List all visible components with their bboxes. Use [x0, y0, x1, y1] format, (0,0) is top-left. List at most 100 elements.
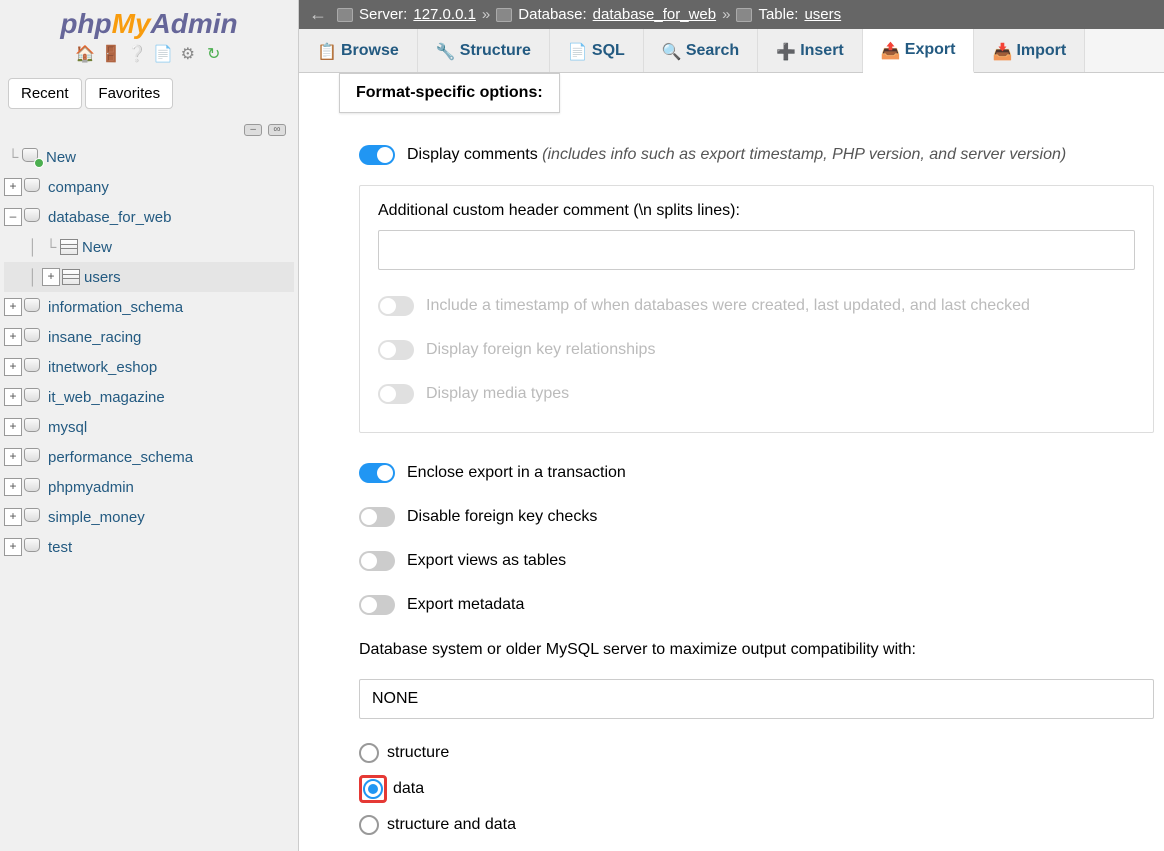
tree-db-phpmyadmin[interactable]: + phpmyadmin	[4, 472, 294, 502]
sidebar: phpMyAdmin 🏠 🚪 ❔ 📄 ⚙ ↻ Recent Favorites …	[0, 0, 299, 851]
database-icon	[496, 8, 512, 22]
link-icon[interactable]: ∞	[268, 124, 286, 136]
expand-icon[interactable]: +	[4, 508, 22, 526]
logout-icon[interactable]: 🚪	[101, 44, 119, 62]
expand-icon[interactable]: +	[4, 388, 22, 406]
db-label[interactable]: database_for_web	[48, 209, 171, 226]
tree-controls: – ∞	[0, 113, 298, 142]
display-comments-label: Display comments	[407, 146, 538, 163]
expand-icon[interactable]: +	[4, 418, 22, 436]
tree-db-company[interactable]: + company	[4, 172, 294, 202]
table-link[interactable]: users	[804, 6, 841, 23]
settings-icon[interactable]: ⚙	[179, 44, 197, 62]
tree-db-simple-money[interactable]: + simple_money	[4, 502, 294, 532]
docs-icon[interactable]: ❔	[127, 44, 145, 62]
tree-new-root[interactable]: └ New	[4, 142, 294, 172]
top-nav: 📋Browse 🔧Structure 📄SQL 🔍Search ➕Insert …	[299, 29, 1164, 73]
tab-export[interactable]: 📤Export	[863, 29, 975, 73]
tree-db-it-web-magazine[interactable]: + it_web_magazine	[4, 382, 294, 412]
favorites-button[interactable]: Favorites	[85, 78, 173, 109]
server-icon	[337, 8, 353, 22]
tree-db-information-schema[interactable]: + information_schema	[4, 292, 294, 322]
tree-db-performance-schema[interactable]: + performance_schema	[4, 442, 294, 472]
radio-structure-and-data[interactable]: structure and data	[359, 809, 1154, 841]
structure-icon: 🔧	[436, 42, 454, 60]
phpmyadmin-logo[interactable]: phpMyAdmin	[0, 8, 298, 40]
radio-icon[interactable]	[363, 779, 383, 799]
toggle-export-views[interactable]	[359, 551, 395, 571]
tree-child-users[interactable]: │ + users	[4, 262, 294, 292]
db-label[interactable]: information_schema	[48, 299, 183, 316]
radio-label: structure and data	[387, 816, 516, 834]
compat-select[interactable]	[359, 679, 1154, 719]
sql-tab-icon: 📄	[568, 42, 586, 60]
section-title: Format-specific options:	[339, 73, 560, 113]
server-link[interactable]: 127.0.0.1	[413, 6, 476, 23]
db-label[interactable]: insane_racing	[48, 329, 141, 346]
db-label[interactable]: test	[48, 539, 72, 556]
table-icon	[62, 269, 80, 285]
home-icon[interactable]: 🏠	[75, 44, 93, 62]
db-label[interactable]: itnetwork_eshop	[48, 359, 157, 376]
expand-icon[interactable]: +	[4, 448, 22, 466]
table-label[interactable]: users	[84, 269, 121, 286]
expand-icon[interactable]: +	[42, 268, 60, 286]
new-table-link[interactable]: New	[82, 239, 112, 256]
server-label: Server:	[359, 6, 407, 23]
db-label[interactable]: performance_schema	[48, 449, 193, 466]
tree-child-new[interactable]: │└ New	[4, 232, 294, 262]
back-arrow-icon[interactable]: ←	[309, 4, 327, 25]
export-metadata-label: Export metadata	[407, 596, 524, 614]
sql-icon[interactable]: 📄	[153, 44, 171, 62]
radio-structure[interactable]: structure	[359, 737, 1154, 769]
tree-db-mysql[interactable]: + mysql	[4, 412, 294, 442]
expand-icon[interactable]: +	[4, 178, 22, 196]
toggle-enclose-transaction[interactable]	[359, 463, 395, 483]
tab-sql[interactable]: 📄SQL	[550, 29, 644, 72]
db-label[interactable]: company	[48, 179, 109, 196]
expand-icon[interactable]: +	[4, 478, 22, 496]
database-label: Database:	[518, 6, 586, 23]
collapse-all-icon[interactable]: –	[244, 124, 262, 136]
radio-icon[interactable]	[359, 815, 379, 835]
opt-enclose-transaction: Enclose export in a transaction	[359, 451, 1154, 495]
expand-icon[interactable]: +	[4, 538, 22, 556]
reload-icon[interactable]: ↻	[205, 44, 223, 62]
toggle-export-metadata[interactable]	[359, 595, 395, 615]
logo-area: phpMyAdmin 🏠 🚪 ❔ 📄 ⚙ ↻	[0, 0, 298, 74]
export-icon: 📤	[881, 41, 899, 59]
tree-db-insane-racing[interactable]: + insane_racing	[4, 322, 294, 352]
opt-disable-fk: Disable foreign key checks	[359, 495, 1154, 539]
tree-db-itnetwork-eshop[interactable]: + itnetwork_eshop	[4, 352, 294, 382]
tab-browse[interactable]: 📋Browse	[299, 29, 418, 72]
expand-icon[interactable]: +	[4, 358, 22, 376]
table-new-icon	[60, 239, 78, 255]
tree-db-test[interactable]: + test	[4, 532, 294, 562]
tab-structure[interactable]: 🔧Structure	[418, 29, 550, 72]
database-link[interactable]: database_for_web	[593, 6, 716, 23]
tree-db-database-for-web[interactable]: – database_for_web	[4, 202, 294, 232]
tab-insert[interactable]: ➕Insert	[758, 29, 863, 72]
db-label[interactable]: mysql	[48, 419, 87, 436]
toggle-display-fk	[378, 340, 414, 360]
collapse-icon[interactable]: –	[4, 208, 22, 226]
browse-icon: 📋	[317, 42, 335, 60]
tab-import[interactable]: 📥Import	[974, 29, 1085, 72]
toggle-disable-fk[interactable]	[359, 507, 395, 527]
custom-header-input[interactable]	[378, 230, 1135, 270]
opt-export-views: Export views as tables	[359, 539, 1154, 583]
radio-data[interactable]: data	[359, 769, 1154, 809]
recent-button[interactable]: Recent	[8, 78, 82, 109]
radio-icon[interactable]	[359, 743, 379, 763]
toggle-display-comments[interactable]	[359, 145, 395, 165]
table-bc-icon	[736, 8, 752, 22]
db-label[interactable]: simple_money	[48, 509, 145, 526]
db-label[interactable]: it_web_magazine	[48, 389, 165, 406]
new-db-link[interactable]: New	[46, 149, 76, 166]
tab-search[interactable]: 🔍Search	[644, 29, 758, 72]
main-area: ← Server: 127.0.0.1 » Database: database…	[299, 0, 1164, 851]
toggle-display-media	[378, 384, 414, 404]
expand-icon[interactable]: +	[4, 328, 22, 346]
db-label[interactable]: phpmyadmin	[48, 479, 134, 496]
expand-icon[interactable]: +	[4, 298, 22, 316]
